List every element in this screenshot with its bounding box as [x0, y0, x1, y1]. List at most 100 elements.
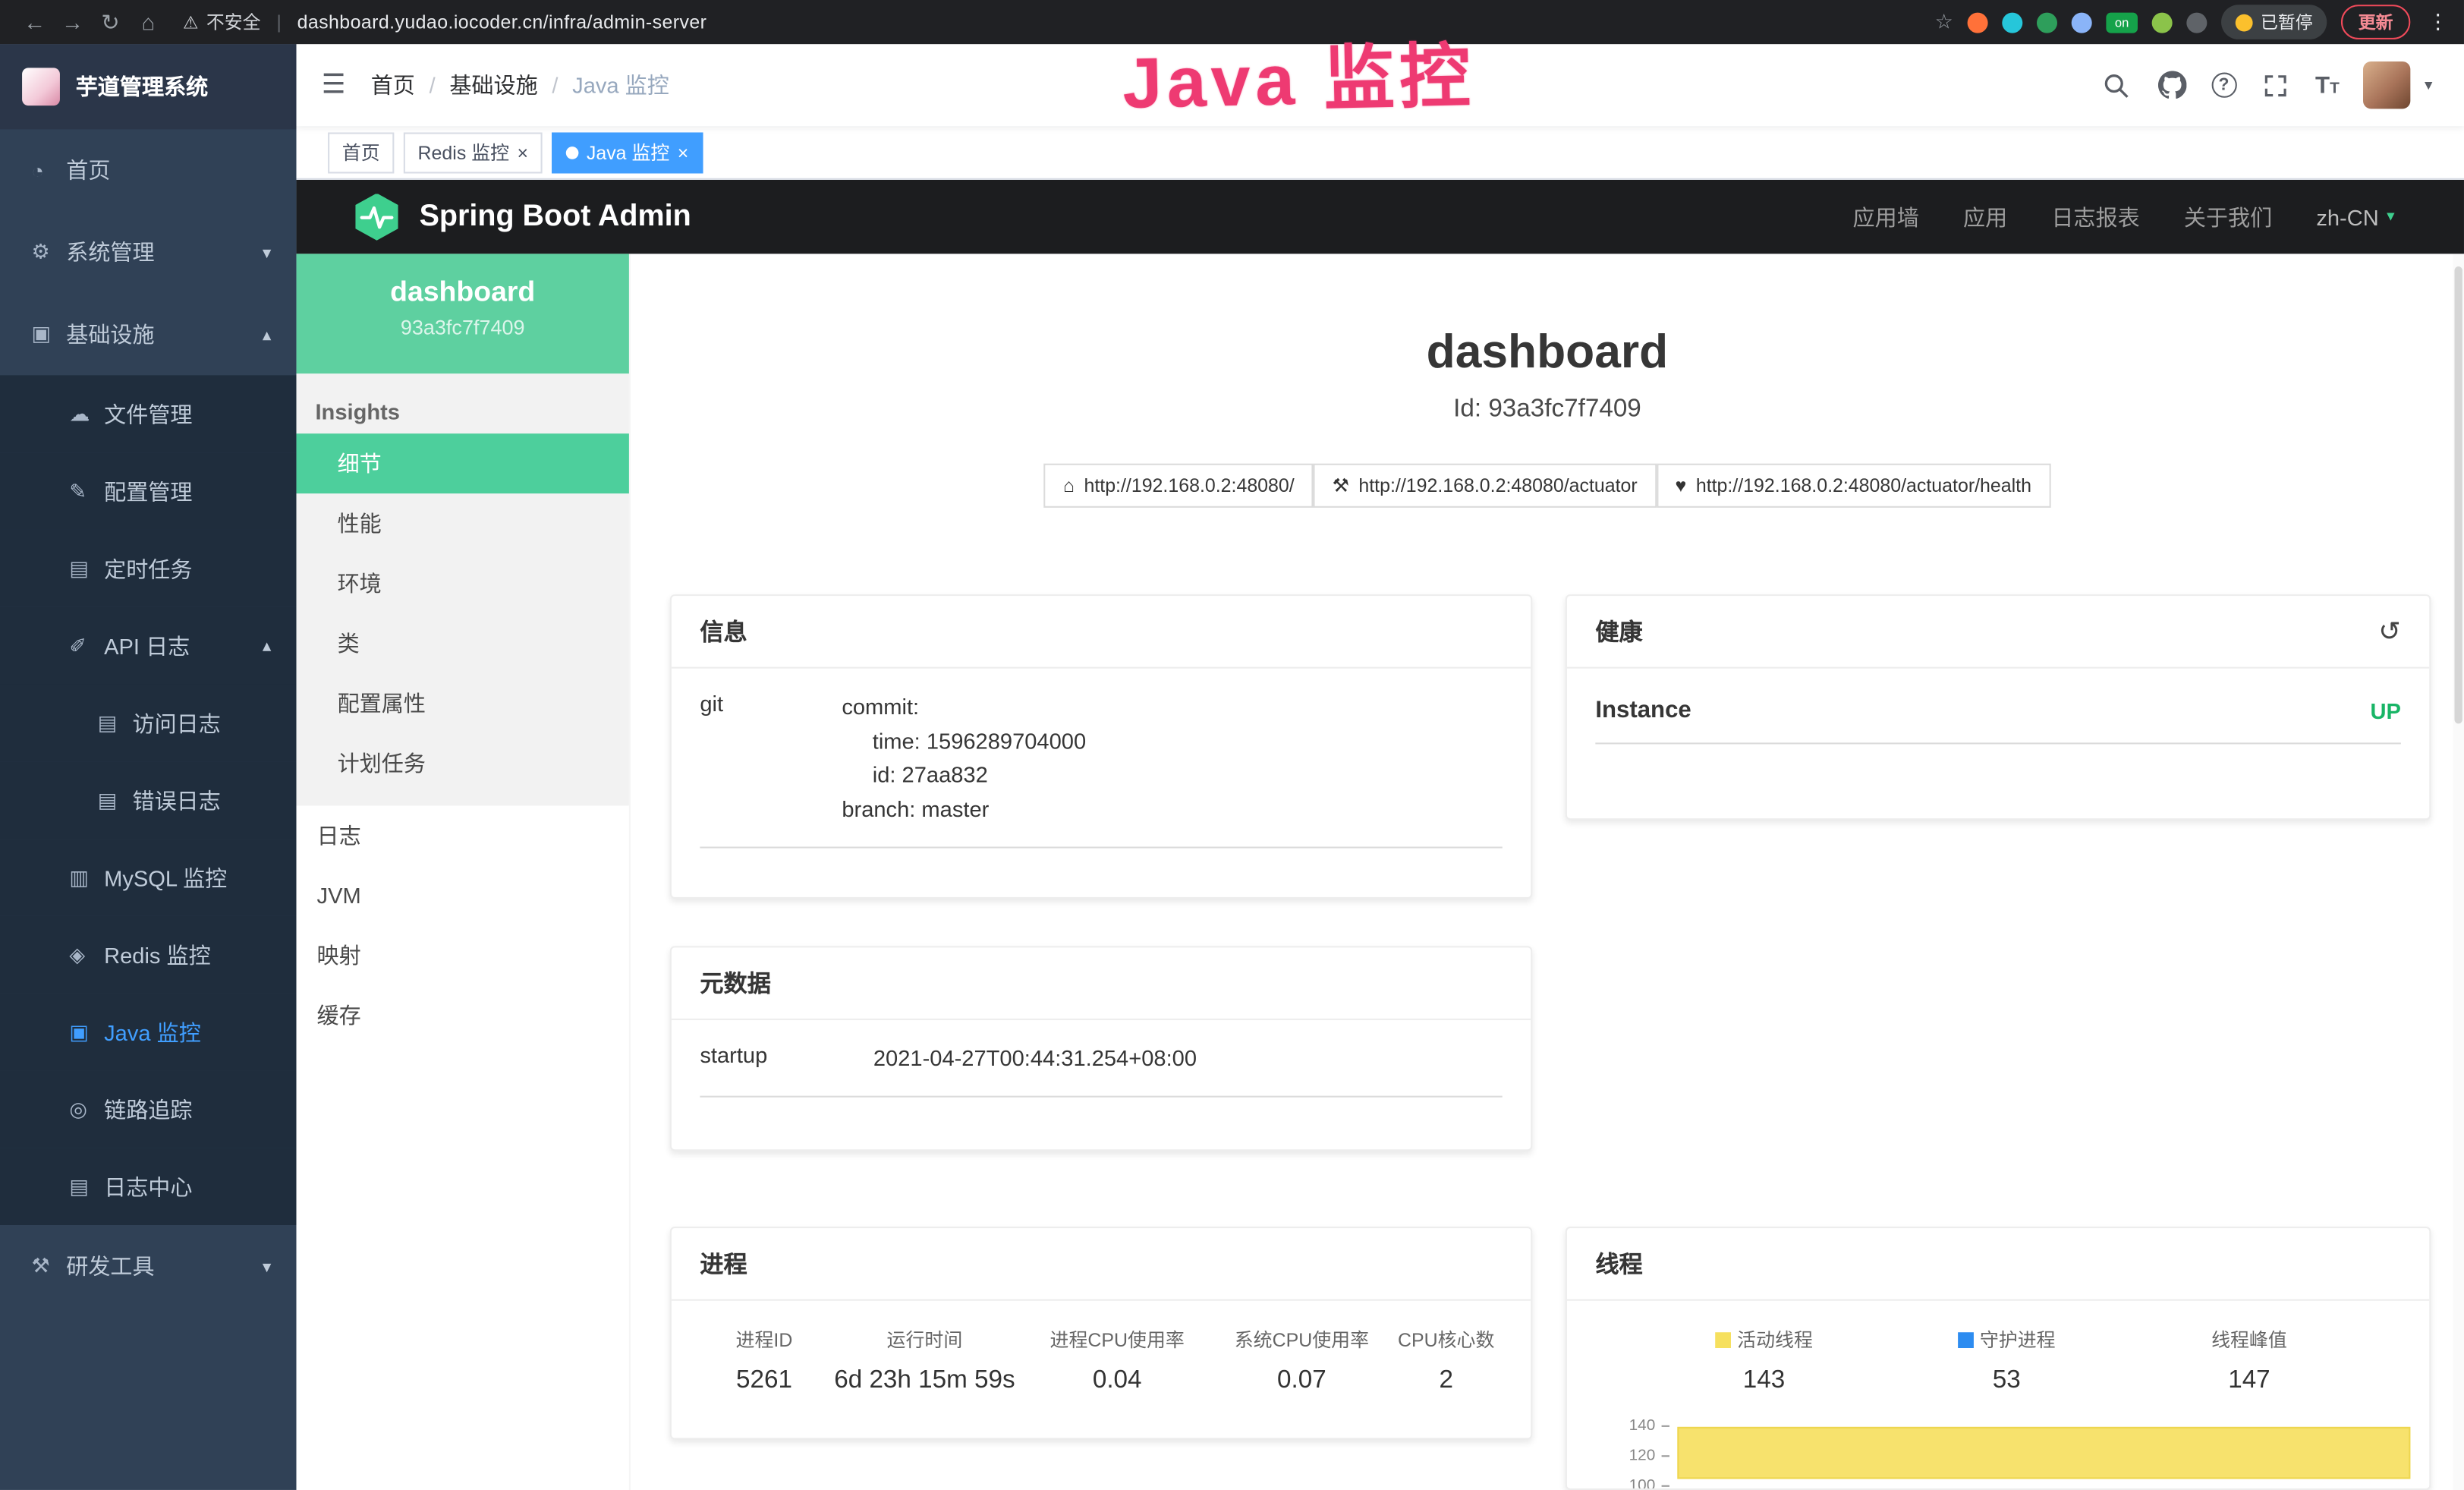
sba-menu-caches[interactable]: 缓存	[297, 985, 629, 1045]
process-card-title: 进程	[700, 1247, 747, 1281]
monitor-icon: ▣	[32, 322, 67, 347]
chevron-down-icon: ▾	[263, 242, 271, 263]
tab-redis-monitor[interactable]: Redis 监控 ×	[404, 131, 543, 172]
active-threads-swatch	[1715, 1331, 1731, 1347]
extension-icon-1[interactable]	[1968, 12, 1988, 33]
extension-icon-7[interactable]	[2186, 12, 2207, 33]
metadata-row-value: 2021-04-27T00:44:31.254+08:00	[873, 1042, 1197, 1076]
sidebar-item-dev-tools[interactable]: ⚒ 研发工具 ▾	[0, 1225, 297, 1307]
log-center-icon: ▤	[69, 1173, 104, 1199]
sba-menu-scheduled-tasks[interactable]: 计划任务	[297, 733, 629, 793]
breadcrumb-separator: /	[552, 73, 558, 98]
chevron-up-icon: ▴	[263, 324, 271, 345]
font-size-icon[interactable]: TT	[2315, 72, 2340, 99]
sidebar-item-error-logs[interactable]: ▤ 错误日志	[0, 761, 297, 839]
sba-menu-metrics[interactable]: 性能	[297, 493, 629, 553]
sba-instance-header[interactable]: dashboard 93a3fc7f7409	[297, 254, 629, 373]
history-icon[interactable]: ↺	[2378, 616, 2401, 647]
sba-menu-classes[interactable]: 类	[297, 613, 629, 673]
user-avatar[interactable]	[2363, 61, 2410, 109]
sba-menu-config-props[interactable]: 配置属性	[297, 673, 629, 733]
instance-name: dashboard	[297, 276, 629, 310]
sidebar-item-file-management[interactable]: ☁ 文件管理	[0, 375, 297, 452]
search-icon[interactable]	[2101, 69, 2133, 101]
metadata-card: 元数据 startup 2021-04-27T00:44:31.254+08:0…	[670, 946, 1532, 1151]
metadata-card-title: 元数据	[700, 966, 771, 1000]
breadcrumb-home[interactable]: 首页	[371, 69, 415, 101]
sba-language-select[interactable]: zh-CN ▾	[2316, 204, 2394, 229]
tab-java-monitor[interactable]: Java 监控 ×	[552, 131, 703, 172]
close-icon[interactable]: ×	[678, 143, 689, 162]
browser-forward-icon[interactable]: →	[54, 9, 92, 34]
instance-actuator-url-button[interactable]: ⚒ http://192.168.0.2:48080/actuator	[1314, 464, 1657, 508]
sidebar-item-api-logs[interactable]: ✐ API 日志 ▴	[0, 607, 297, 685]
sidebar-item-log-center[interactable]: ▤ 日志中心	[0, 1148, 297, 1225]
hamburger-icon[interactable]: ☰	[322, 69, 346, 101]
browser-reload-icon[interactable]: ↻	[91, 8, 129, 35]
sba-menu-jvm[interactable]: JVM	[297, 865, 629, 925]
sidebar-item-system-management[interactable]: ⚙ 系统管理 ▾	[0, 211, 297, 293]
sba-menu-mappings[interactable]: 映射	[297, 925, 629, 985]
main-scrollbar[interactable]	[2453, 254, 2464, 1490]
paused-label: 已暂停	[2261, 9, 2313, 34]
dashboard-icon: ◔	[32, 159, 67, 182]
extension-on-badge[interactable]: on	[2106, 12, 2138, 33]
sba-nav-journal[interactable]: 日志报表	[2051, 201, 2139, 233]
app-logo-area[interactable]: 芋道管理系统	[0, 44, 297, 129]
sba-header: Spring Boot Admin 应用墙 应用 日志报表 关于我们 zh-CN…	[297, 180, 2464, 254]
redis-icon: ◈	[69, 942, 104, 967]
extension-icon-2[interactable]	[2002, 12, 2022, 33]
sba-nav-about[interactable]: 关于我们	[2184, 201, 2272, 233]
sba-menu-logs[interactable]: 日志	[297, 805, 629, 865]
extension-icon-3[interactable]	[2037, 12, 2057, 33]
browser-update-button[interactable]: 更新	[2341, 5, 2410, 39]
profile-paused-chip[interactable]: 已暂停	[2221, 5, 2327, 39]
avatar-caret-icon[interactable]: ▾	[2425, 77, 2432, 94]
sidebar-item-infrastructure[interactable]: ▣ 基础设施 ▴	[0, 293, 297, 375]
bookmark-star-icon[interactable]: ☆	[1935, 9, 1953, 34]
sidebar-item-config-management[interactable]: ✎ 配置管理	[0, 452, 297, 530]
browser-home-icon[interactable]: ⌂	[129, 9, 167, 34]
sba-menu-environment[interactable]: 环境	[297, 553, 629, 613]
eye-icon: ◎	[69, 1097, 104, 1122]
extension-icon-4[interactable]	[2072, 12, 2092, 33]
cpu-core-count: CPU核心数 2	[1390, 1326, 1503, 1395]
extension-icon-6[interactable]	[2152, 12, 2173, 33]
access-log-icon: ▤	[98, 710, 133, 736]
browser-back-icon[interactable]: ←	[16, 9, 54, 34]
sidebar-item-home[interactable]: ◔ 首页	[0, 129, 297, 211]
sidebar-item-scheduled-tasks[interactable]: ▤ 定时任务	[0, 530, 297, 607]
help-icon[interactable]: ?	[2211, 73, 2236, 98]
sidebar-item-java-monitor[interactable]: ▣ Java 监控	[0, 994, 297, 1071]
sba-nav-applications[interactable]: 应用	[1963, 201, 2007, 233]
sba-brand-title[interactable]: Spring Boot Admin	[420, 200, 691, 235]
security-label: 不安全	[206, 9, 261, 34]
sba-menu-details[interactable]: 细节	[297, 433, 629, 493]
log-icon: ✐	[69, 633, 104, 658]
breadcrumb-infrastructure[interactable]: 基础设施	[449, 69, 537, 101]
instance-id: 93a3fc7f7409	[297, 315, 629, 339]
instance-base-url-button[interactable]: ⌂ http://192.168.0.2:48080/	[1044, 464, 1314, 508]
ytick-120: 120	[1567, 1447, 1655, 1465]
github-icon[interactable]	[2156, 69, 2188, 101]
sba-nav-wallboard[interactable]: 应用墙	[1853, 201, 1919, 233]
sidebar-item-redis-monitor[interactable]: ◈ Redis 监控	[0, 916, 297, 994]
sidebar-item-tracing[interactable]: ◎ 链路追踪	[0, 1070, 297, 1148]
scrollbar-thumb[interactable]	[2455, 266, 2462, 723]
process-pid: 进程ID 5261	[700, 1326, 828, 1395]
browser-menu-icon[interactable]: ⋮	[2428, 9, 2448, 34]
site-security-indicator[interactable]: ⚠ 不安全	[183, 9, 261, 34]
chevron-down-icon: ▾	[263, 1255, 271, 1276]
legend-peak-threads: 线程峰值 147	[2128, 1326, 2371, 1395]
toolbox-icon: ⚒	[32, 1253, 67, 1278]
edit-icon: ✎	[69, 478, 104, 503]
wrench-icon: ⚒	[1333, 474, 1349, 496]
close-icon[interactable]: ×	[517, 143, 528, 162]
daemon-threads-swatch	[1958, 1331, 1974, 1347]
fullscreen-icon[interactable]	[2260, 69, 2292, 101]
tab-home[interactable]: 首页	[328, 131, 394, 172]
sidebar-item-access-logs[interactable]: ▤ 访问日志	[0, 685, 297, 762]
address-url[interactable]: dashboard.yudao.iocoder.cn/infra/admin-s…	[297, 11, 707, 33]
sidebar-item-mysql-monitor[interactable]: ▥ MySQL 监控	[0, 839, 297, 916]
instance-health-url-button[interactable]: ♥ http://192.168.0.2:48080/actuator/heal…	[1657, 464, 2050, 508]
